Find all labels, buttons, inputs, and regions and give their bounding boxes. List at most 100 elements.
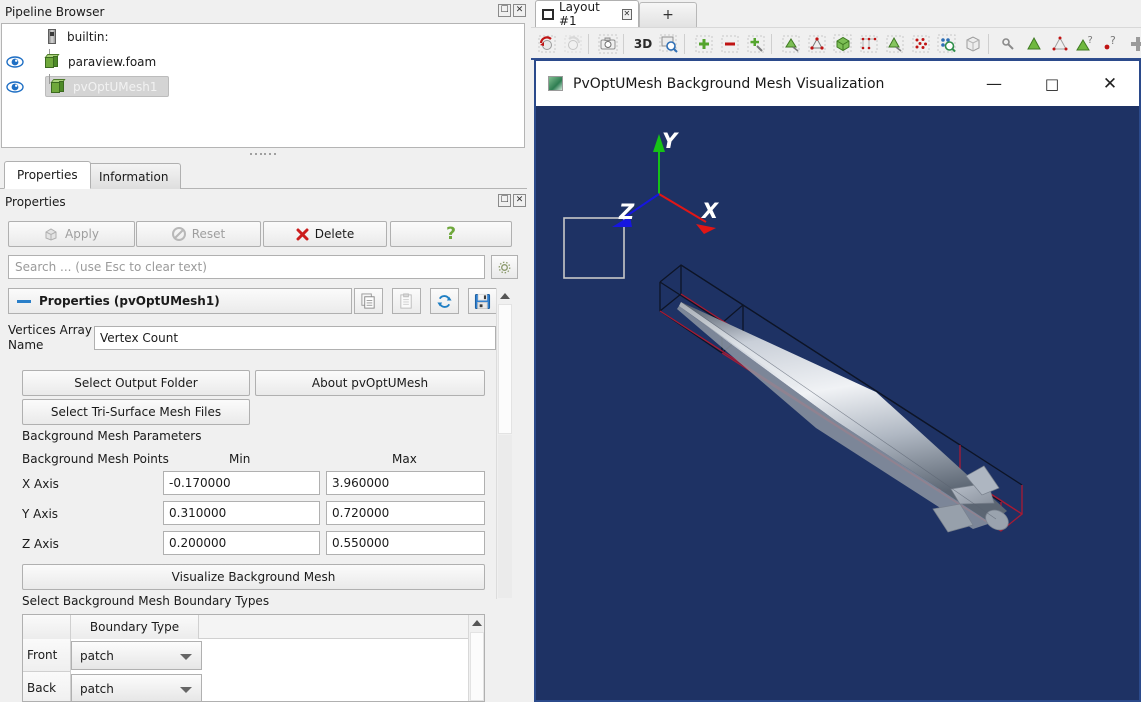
pipeline-item-pvoptumesh1[interactable]: pvOptUMesh1 (2, 74, 524, 99)
3d-toggle-button[interactable]: 3D (630, 31, 656, 57)
mesh-icon[interactable] (960, 31, 986, 57)
visibility-eye-icon[interactable] (4, 54, 26, 70)
collapse-icon[interactable] (17, 299, 31, 303)
save-properties-icon[interactable] (468, 288, 497, 314)
toolbar-separator (623, 33, 628, 54)
tab-layout-1[interactable]: Layout #1 ✕ (535, 0, 639, 28)
select-output-folder-button[interactable]: Select Output Folder (22, 370, 250, 396)
visibility-eye-icon[interactable] (4, 79, 26, 95)
add-layout-tab-button[interactable]: + (639, 2, 697, 27)
properties-close-icon[interactable]: ✕ (513, 194, 526, 207)
apply-button[interactable]: Apply (8, 221, 135, 247)
scrollbar-track[interactable] (498, 435, 512, 598)
pipeline-close-icon[interactable]: ✕ (513, 4, 526, 17)
pipeline-item-label: paraview.foam (68, 54, 157, 69)
polyline-source-icon[interactable] (804, 31, 830, 57)
render-viewport[interactable]: Y X Z (536, 106, 1139, 700)
properties-scrollbar[interactable] (496, 288, 512, 599)
scroll-up-icon[interactable] (497, 288, 513, 304)
table-row[interactable]: Back patch (23, 672, 484, 701)
zoom-to-box-icon[interactable] (656, 31, 682, 57)
scrollbar-thumb[interactable] (470, 632, 484, 701)
boundary-type-combo-back[interactable]: patch (71, 674, 202, 701)
visualize-background-mesh-button[interactable]: Visualize Background Mesh (22, 564, 485, 590)
scrollbar-thumb[interactable] (498, 304, 512, 434)
add-layout-tab-label: + (662, 7, 674, 23)
y-axis-min-field[interactable]: 0.310000 (163, 501, 320, 525)
background-mesh-points-label: Background Mesh Points (22, 452, 169, 466)
about-pvoptumesh-button[interactable]: About pvOptUMesh (255, 370, 485, 396)
restore-defaults-icon[interactable] (430, 288, 459, 314)
spline-source-icon[interactable] (856, 31, 882, 57)
boundary-table-scrollbar[interactable] (468, 615, 484, 701)
x-axis-min-field[interactable]: -0.170000 (163, 471, 320, 495)
boundary-type-table[interactable]: Boundary Type Front patch Back patch (22, 614, 485, 702)
z-axis-max-field[interactable]: 0.550000 (326, 531, 485, 555)
delete-button[interactable]: Delete (263, 221, 387, 247)
visualize-background-mesh-label: Visualize Background Mesh (171, 570, 336, 584)
scroll-up-icon[interactable] (469, 615, 484, 631)
app-icon (548, 76, 563, 91)
search-settings-gear-icon[interactable] (491, 255, 518, 279)
boundary-type-combo-value: patch (80, 648, 114, 663)
move-point-icon[interactable] (743, 31, 769, 57)
y-axis-max-field[interactable]: 0.720000 (326, 501, 485, 525)
pipeline-item-builtin[interactable]: builtin: (2, 24, 524, 49)
boundary-type-cell[interactable]: patch (71, 672, 204, 701)
copy-properties-icon[interactable] (354, 288, 383, 314)
remove-point-icon[interactable] (717, 31, 743, 57)
cell-query-icon[interactable]: ? (1073, 31, 1099, 57)
table-corner-cell (23, 615, 71, 639)
pipeline-float-icon[interactable]: ☐ (498, 4, 511, 17)
screenshot-icon[interactable] (595, 31, 621, 57)
reset-button-label: Reset (191, 227, 226, 241)
minimize-button[interactable]: — (965, 61, 1023, 106)
add-point-icon[interactable] (691, 31, 717, 57)
properties-float-icon[interactable]: ☐ (498, 194, 511, 207)
tab-close-icon[interactable]: ✕ (621, 8, 632, 20)
boundary-type-combo-value: patch (80, 681, 114, 696)
probe-location-icon[interactable] (934, 31, 960, 57)
pipeline-item-paraview-foam[interactable]: paraview.foam (2, 49, 524, 74)
dialog-titlebar[interactable]: PvOptUMesh Background Mesh Visualization… (536, 61, 1139, 106)
box-source-icon[interactable] (830, 31, 856, 57)
panel-tabbar: Properties Information (0, 161, 530, 189)
tab-information[interactable]: Information (86, 163, 182, 189)
pipeline-item-label: builtin: (67, 29, 109, 44)
tab-properties[interactable]: Properties (4, 161, 91, 189)
plus-icon[interactable] (1125, 31, 1141, 57)
select-tri-surface-mesh-files-button[interactable]: Select Tri-Surface Mesh Files (22, 399, 250, 425)
about-pvoptumesh-label: About pvOptUMesh (311, 376, 429, 390)
pipeline-dock-buttons: ☐ ✕ (498, 4, 526, 17)
pipeline-item-selected[interactable]: pvOptUMesh1 (45, 76, 169, 97)
point-cloud-icon[interactable] (908, 31, 934, 57)
interactive-plane-icon[interactable] (778, 31, 804, 57)
maximize-button[interactable]: □ (1023, 61, 1081, 106)
camera-undo-icon[interactable] (534, 31, 560, 57)
table-row[interactable]: Front patch (23, 639, 484, 672)
boundary-type-combo-front[interactable]: patch (71, 641, 202, 670)
boundary-type-cell[interactable]: patch (71, 639, 204, 672)
search-input[interactable] (8, 255, 485, 279)
close-button[interactable]: ✕ (1081, 61, 1139, 106)
z-axis-min-field[interactable]: 0.200000 (163, 531, 320, 555)
cube-icon (44, 53, 61, 70)
properties-search-row (8, 255, 518, 279)
properties-group-header[interactable]: Properties (pvOptUMesh1) (8, 288, 352, 314)
help-button[interactable]: ? (390, 221, 512, 247)
x-axis-max-field[interactable]: 3.960000 (326, 471, 485, 495)
select-points-icon[interactable] (1047, 31, 1073, 57)
cone-source-icon[interactable] (882, 31, 908, 57)
pick-point-icon[interactable] (995, 31, 1021, 57)
pipeline-browser[interactable]: builtin: paraview.foam pvOptUMesh1 (1, 23, 525, 148)
axis-label-y: Y (662, 129, 679, 153)
hover-cells-icon[interactable] (1021, 31, 1047, 57)
paste-properties-icon[interactable] (392, 288, 421, 314)
camera-redo-icon[interactable] (560, 31, 586, 57)
vertices-array-name-field[interactable]: Vertex Count (94, 326, 496, 350)
reset-button[interactable]: Reset (136, 221, 261, 247)
horizontal-splitter-handle[interactable] (250, 151, 276, 156)
chevron-down-icon (180, 654, 192, 660)
point-query-icon[interactable]: ? (1099, 31, 1125, 57)
server-icon (44, 28, 60, 46)
